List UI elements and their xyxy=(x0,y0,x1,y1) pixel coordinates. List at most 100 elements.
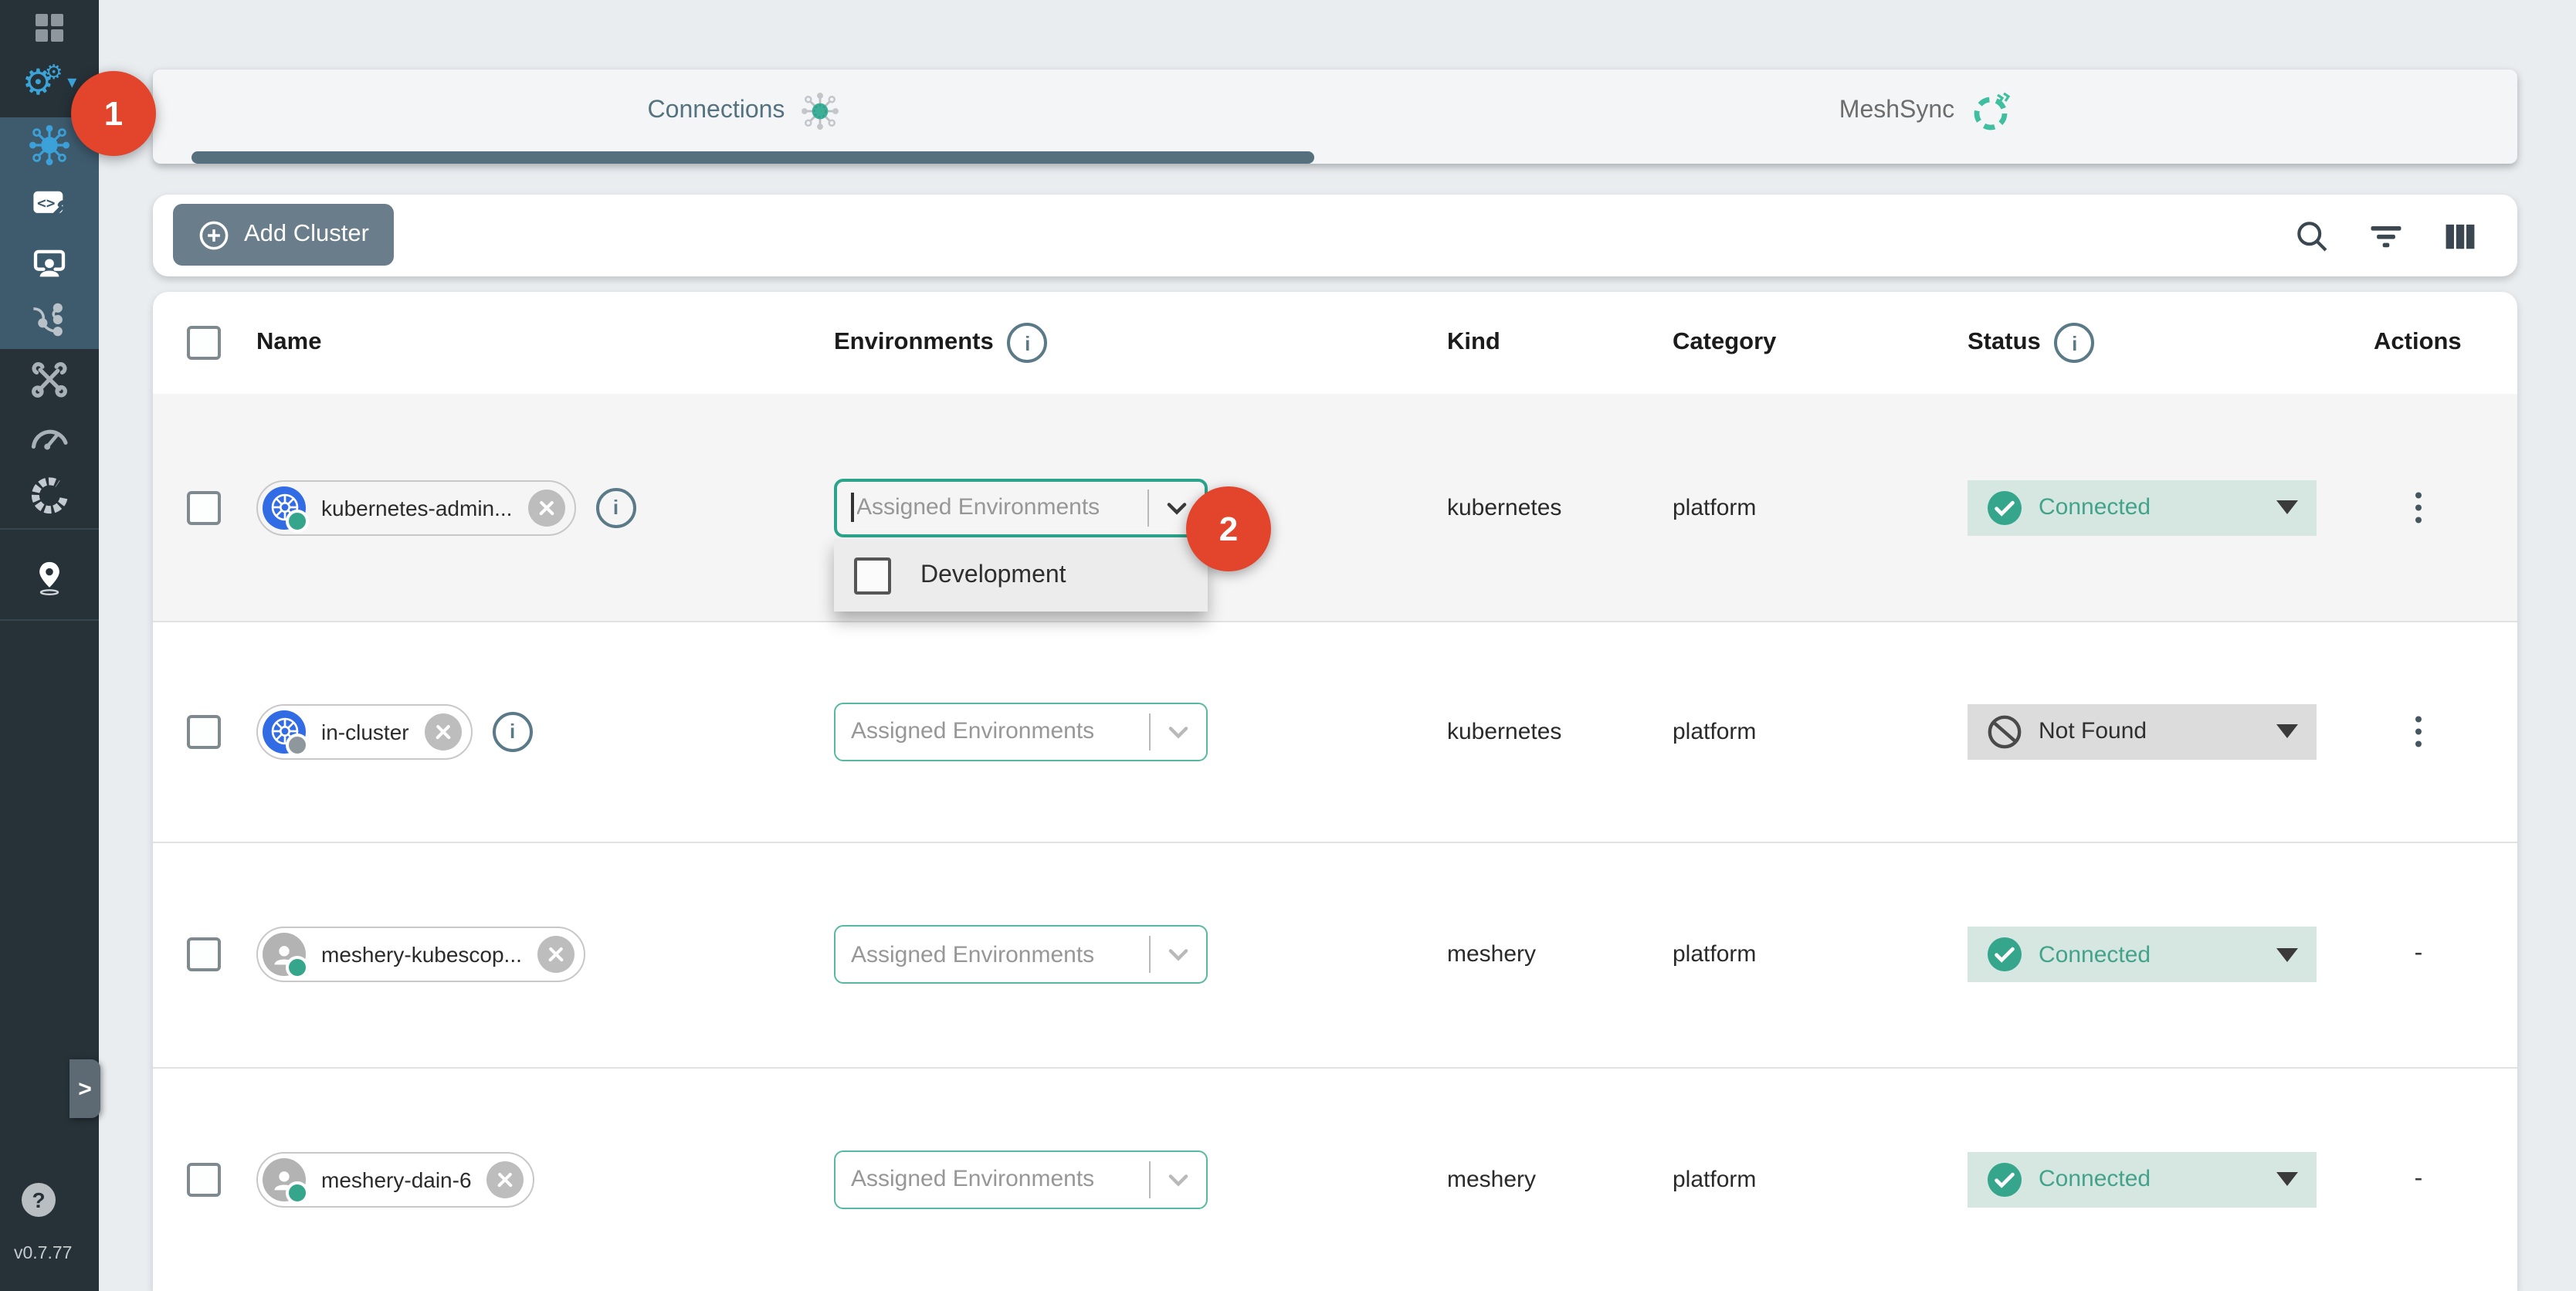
delete-icon[interactable] xyxy=(425,713,462,750)
row-checkbox[interactable] xyxy=(187,714,221,748)
option-checkbox[interactable] xyxy=(854,557,891,594)
grid-icon xyxy=(36,14,63,42)
column-header-name[interactable]: Name xyxy=(256,292,321,394)
info-icon[interactable]: i xyxy=(595,487,636,527)
location-pin-icon xyxy=(32,559,66,596)
kebab-menu-icon[interactable] xyxy=(2409,486,2429,530)
sidebar-item-designs[interactable] xyxy=(0,236,99,289)
chevron-down-icon: ▾ xyxy=(67,71,76,93)
chevron-down-icon[interactable] xyxy=(1161,937,1195,971)
dropdown-arrow-icon[interactable] xyxy=(2276,500,2298,514)
guide-step-badge-1[interactable]: 1 xyxy=(71,71,156,156)
environments-select[interactable]: Assigned Environments xyxy=(834,925,1208,984)
column-header-environments[interactable]: Environments i xyxy=(834,292,1048,394)
chevron-down-icon[interactable] xyxy=(1161,1162,1195,1196)
dropdown-arrow-icon[interactable] xyxy=(2276,947,2298,961)
select-divider xyxy=(1149,1161,1151,1198)
connection-name: in-cluster xyxy=(321,719,409,744)
dropdown-option-development[interactable]: Development xyxy=(834,539,1208,612)
environments-select[interactable]: Assigned Environments xyxy=(834,702,1208,761)
info-icon[interactable]: i xyxy=(493,711,533,751)
sidebar-item-performance[interactable] xyxy=(0,412,99,465)
status-chip[interactable]: Connected xyxy=(1968,479,2317,535)
select-all-checkbox[interactable] xyxy=(187,326,221,360)
kind-value: meshery xyxy=(1447,1166,1536,1192)
row-checkbox[interactable] xyxy=(187,937,221,971)
delete-icon[interactable] xyxy=(527,489,564,526)
view-columns-icon[interactable] xyxy=(2440,215,2480,256)
status-chip[interactable]: Connected xyxy=(1968,927,2317,982)
select-divider xyxy=(1147,489,1149,526)
kebab-menu-icon[interactable] xyxy=(2409,710,2429,754)
status-chip[interactable]: Not Found xyxy=(1968,703,2317,759)
add-cluster-button[interactable]: Add Cluster xyxy=(173,204,394,266)
row-checkbox[interactable] xyxy=(187,490,221,524)
column-label: Kind xyxy=(1447,329,1500,357)
sidebar-item-adapters[interactable]: <> xyxy=(0,178,99,230)
connection-name-chip[interactable]: meshery-dain-6 xyxy=(256,1151,535,1207)
help-icon[interactable]: ? xyxy=(22,1183,56,1217)
status-dot xyxy=(286,733,309,756)
environments-placeholder: Assigned Environments xyxy=(856,494,1141,520)
text-cursor xyxy=(851,493,853,522)
info-icon[interactable]: i xyxy=(2055,323,2095,363)
sidebar-item-workflows[interactable] xyxy=(0,293,99,346)
connection-name-chip[interactable]: meshery-kubescop... xyxy=(256,927,585,982)
environments-select[interactable]: Assigned Environments xyxy=(834,478,1208,537)
category-value: platform xyxy=(1673,718,1756,744)
search-icon[interactable] xyxy=(2292,215,2332,256)
row-checkbox[interactable] xyxy=(187,1162,221,1196)
delete-icon[interactable] xyxy=(487,1161,524,1198)
kubernetes-icon xyxy=(263,710,306,753)
code-wrench-icon: <> xyxy=(29,184,69,224)
environments-select[interactable]: Assigned Environments xyxy=(834,1150,1208,1208)
actions-cell: - xyxy=(2395,940,2442,968)
connection-name: meshery-kubescop... xyxy=(321,942,522,967)
dropdown-arrow-icon[interactable] xyxy=(2276,724,2298,738)
chevron-down-icon[interactable] xyxy=(1161,714,1195,748)
connection-name-chip[interactable]: kubernetes-admin... xyxy=(256,479,575,535)
delete-icon[interactable] xyxy=(537,936,575,973)
info-icon[interactable]: i xyxy=(1008,323,1048,363)
sidebar-item-configuration[interactable] xyxy=(0,354,99,406)
sidebar-item-get-started[interactable] xyxy=(0,551,99,604)
chevron-right-icon: > xyxy=(78,1076,92,1102)
environments-placeholder: Assigned Environments xyxy=(851,941,1143,967)
dropdown-arrow-icon[interactable] xyxy=(2276,1172,2298,1186)
kind-cell: meshery xyxy=(1447,1166,1536,1192)
column-header-status[interactable]: Status i xyxy=(1968,292,2095,394)
connection-name: meshery-dain-6 xyxy=(321,1167,472,1191)
user-avatar-icon xyxy=(263,1157,306,1201)
guide-step-badge-2[interactable]: 2 xyxy=(1186,486,1271,571)
gear-small-icon: ⚙ xyxy=(45,61,63,81)
column-header-category[interactable]: Category xyxy=(1673,292,1776,394)
connection-name-chip[interactable]: in-cluster xyxy=(256,703,473,759)
kind-value: kubernetes xyxy=(1447,718,1561,744)
tab-connections[interactable]: Connections xyxy=(153,69,1335,151)
no-actions-dash: - xyxy=(2415,940,2423,968)
column-header-kind[interactable]: Kind xyxy=(1447,292,1500,394)
status-label: Not Found xyxy=(2039,718,2147,744)
tab-meshsync[interactable]: MeshSync xyxy=(1335,69,2517,151)
sidebar-expand-button[interactable]: > xyxy=(69,1059,100,1118)
tab-connections-label: Connections xyxy=(648,97,785,124)
filter-icon[interactable] xyxy=(2366,215,2406,256)
user-avatar-icon xyxy=(263,933,306,976)
check-circle-icon xyxy=(1986,1161,2023,1198)
check-circle-icon xyxy=(1986,936,2023,973)
no-actions-dash: - xyxy=(2415,1165,2423,1193)
mesh-network-icon xyxy=(800,90,840,130)
category-cell: platform xyxy=(1673,494,1756,520)
status-label: Connected xyxy=(2039,941,2151,967)
gauge-icon xyxy=(28,417,71,460)
table-row: kubernetes-admin... i Assigned Environme… xyxy=(153,394,2517,622)
select-divider xyxy=(1149,713,1151,750)
status-dot xyxy=(286,956,309,979)
pie-ring-icon xyxy=(29,476,69,516)
connections-table: Name Environments i Kind Category Status… xyxy=(153,292,2517,1291)
status-chip[interactable]: Connected xyxy=(1968,1151,2317,1207)
block-icon xyxy=(1986,713,2023,750)
column-label: Actions xyxy=(2374,329,2462,357)
sidebar-item-dashboard[interactable] xyxy=(0,2,99,54)
sidebar-item-extensions[interactable] xyxy=(0,469,99,522)
